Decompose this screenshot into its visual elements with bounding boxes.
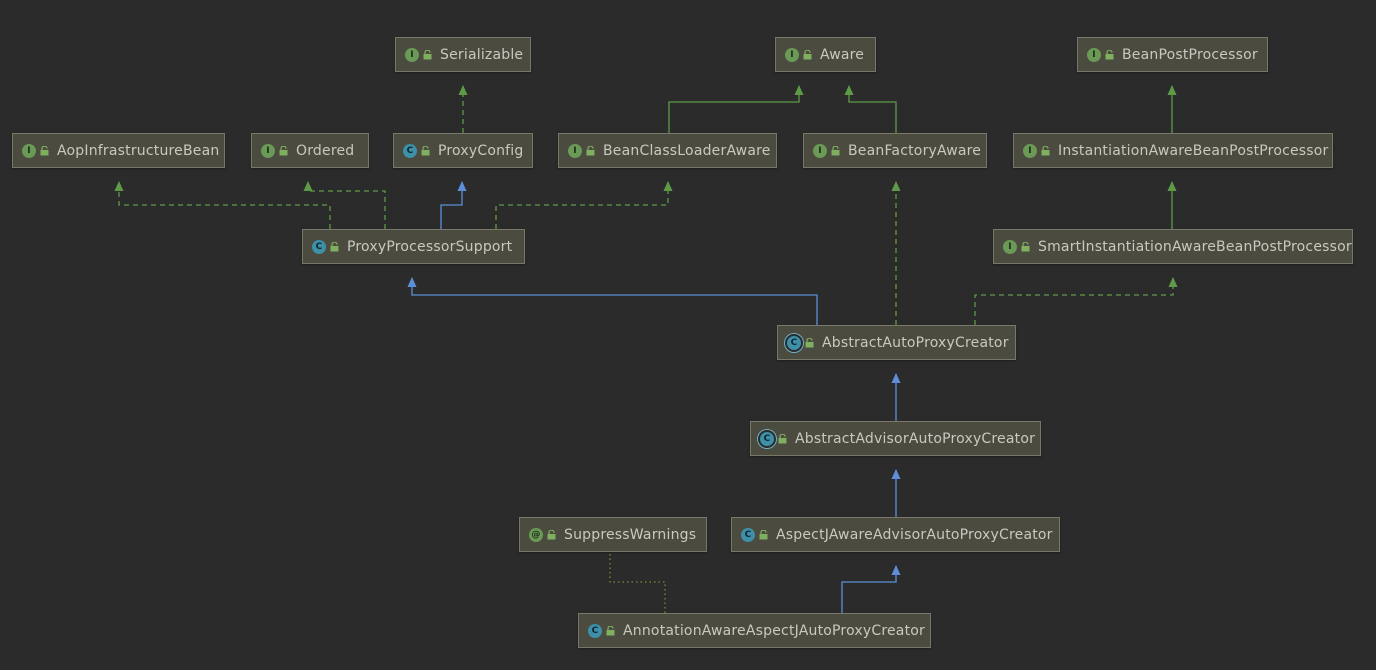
interface-icon: I <box>261 143 275 158</box>
node-label: AbstractAutoProxyCreator <box>822 334 1009 351</box>
public-access-icon <box>547 529 556 539</box>
node-label: Ordered <box>296 142 355 159</box>
public-access-icon <box>803 49 812 59</box>
interface-icon: I <box>22 143 36 158</box>
node-label: AopInfrastructureBean <box>57 142 220 159</box>
public-access-icon <box>586 145 595 155</box>
interface-icon: I <box>785 47 799 62</box>
public-access-icon <box>778 433 787 443</box>
public-access-icon <box>1041 145 1050 155</box>
interface-icon: I <box>1087 47 1101 62</box>
public-access-icon <box>423 49 432 59</box>
node-beanfactoryaware[interactable]: I BeanFactoryAware <box>803 133 987 168</box>
interface-icon: I <box>568 143 582 158</box>
node-aspectjawareadvisorautoproxycreator[interactable]: C AspectJAwareAdvisorAutoProxyCreator <box>731 517 1060 552</box>
node-label: AbstractAdvisorAutoProxyCreator <box>795 430 1036 447</box>
node-annotationawareaspectjautoproxycreator[interactable]: C AnnotationAwareAspectJAutoProxyCreator <box>578 613 931 648</box>
public-access-icon <box>40 145 49 155</box>
node-label: AspectJAwareAdvisorAutoProxyCreator <box>776 526 1053 543</box>
interface-icon: I <box>405 47 419 62</box>
node-label: ProxyProcessorSupport <box>347 238 513 255</box>
node-aware[interactable]: I Aware <box>775 37 876 72</box>
node-label: SmartInstantiationAwareBeanPostProcessor <box>1038 238 1352 255</box>
node-proxyconfig[interactable]: C ProxyConfig <box>393 133 533 168</box>
node-suppresswarnings[interactable]: @ SuppressWarnings <box>519 517 707 552</box>
edge-implements-proxyprocessorsupport-to-aopinfrastructurebean <box>119 182 331 229</box>
abstract-class-icon: C <box>787 335 801 350</box>
node-serializable[interactable]: I Serializable <box>395 37 531 72</box>
node-label: InstantiationAwareBeanPostProcessor <box>1058 142 1329 159</box>
edge-extends-interface-beanclassloaderaware-to-aware <box>668 86 799 133</box>
public-access-icon <box>805 337 814 347</box>
public-access-icon <box>759 529 768 539</box>
edge-implements-proxyprocessorsupport-to-beanclassloaderaware <box>495 182 668 229</box>
interface-icon: I <box>1023 143 1037 158</box>
edge-extends-proxyprocessorsupport-to-proxyconfig <box>440 182 462 229</box>
public-access-icon <box>330 241 339 251</box>
node-label: BeanPostProcessor <box>1122 46 1258 63</box>
node-abstractautoproxycreator[interactable]: C AbstractAutoProxyCreator <box>777 325 1016 360</box>
edge-extends-annotationawareaspectjautoproxycreator-to-aspectjawareadvisorautoproxycreator <box>841 566 896 613</box>
node-beanclassloaderaware[interactable]: I BeanClassLoaderAware <box>558 133 777 168</box>
node-label: BeanClassLoaderAware <box>603 142 771 159</box>
relationship-edges <box>0 0 1376 613</box>
edge-implements-abstractautoproxycreator-to-smartinstantiationawarebeanpostprocessor <box>974 278 1173 325</box>
node-aopinfrastructurebean[interactable]: I AopInfrastructureBean <box>12 133 225 168</box>
node-smartinstantiationawarebeanpostprocessor[interactable]: I SmartInstantiationAwareBeanPostProcesso… <box>993 229 1353 264</box>
interface-icon: I <box>1003 239 1017 254</box>
node-label: BeanFactoryAware <box>848 142 982 159</box>
edge-extends-abstractautoproxycreator-to-proxyprocessorsupport <box>412 278 818 325</box>
class-icon: C <box>741 527 755 542</box>
edge-implements-proxyprocessorsupport-to-ordered <box>308 182 386 229</box>
node-instantiationawarebeanpostprocessor[interactable]: I InstantiationAwareBeanPostProcessor <box>1013 133 1333 168</box>
public-access-icon <box>1021 241 1030 251</box>
public-access-icon <box>831 145 840 155</box>
class-icon: C <box>312 239 326 254</box>
node-label: AnnotationAwareAspectJAutoProxyCreator <box>623 622 925 639</box>
class-icon: C <box>403 143 417 158</box>
node-label: SuppressWarnings <box>564 526 697 543</box>
annotation-icon: @ <box>529 527 543 542</box>
node-label: ProxyConfig <box>438 142 524 159</box>
public-access-icon <box>1105 49 1114 59</box>
node-proxyprocessorsupport[interactable]: C ProxyProcessorSupport <box>302 229 525 264</box>
node-abstractadvisorautoproxycreator[interactable]: C AbstractAdvisorAutoProxyCreator <box>750 421 1041 456</box>
public-access-icon <box>606 625 615 635</box>
node-beanpostprocessor[interactable]: I BeanPostProcessor <box>1077 37 1268 72</box>
public-access-icon <box>279 145 288 155</box>
node-label: Serializable <box>440 46 524 63</box>
public-access-icon <box>421 145 430 155</box>
abstract-class-icon: C <box>760 431 774 446</box>
edge-extends-interface-beanfactoryaware-to-aware <box>849 86 897 133</box>
interface-icon: I <box>813 143 827 158</box>
class-icon: C <box>588 623 602 638</box>
node-label: Aware <box>820 46 865 63</box>
edge-annotated-by-annotationawareaspectjautoproxycreator-to-suppresswarnings <box>609 552 666 613</box>
node-ordered[interactable]: I Ordered <box>251 133 369 168</box>
